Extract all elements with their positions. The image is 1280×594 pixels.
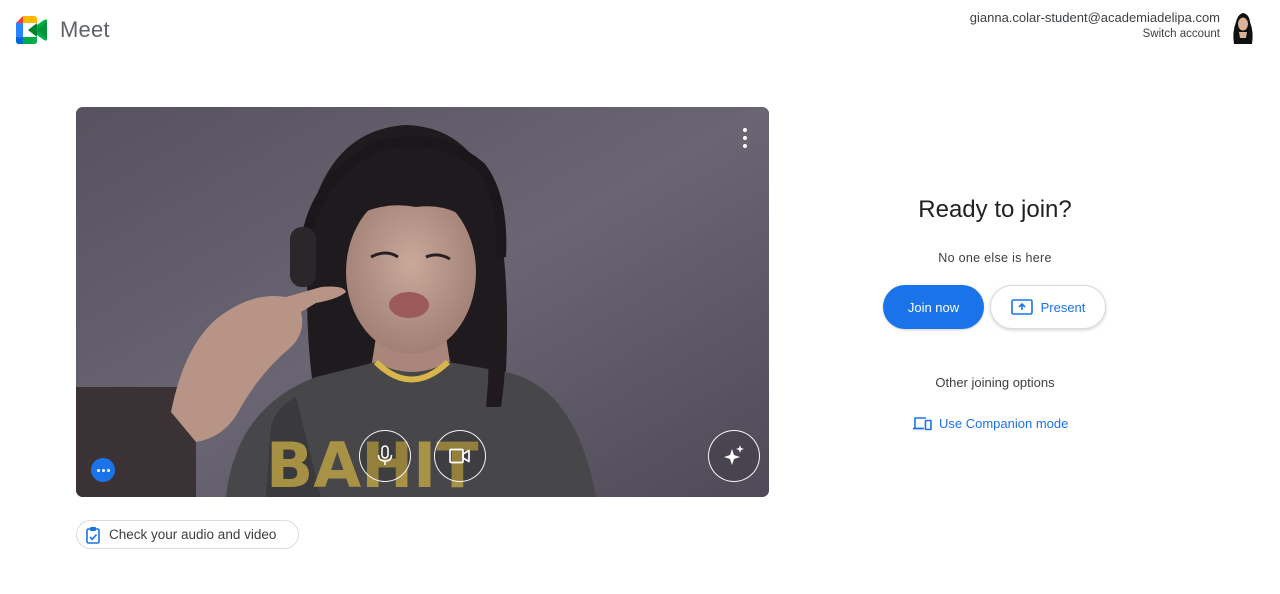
video-preview: BAHIT <box>76 107 769 497</box>
clipboard-check-icon <box>86 526 100 544</box>
account-email: gianna.colar-student@academiadelipa.com <box>969 10 1220 25</box>
camera-feed-image: BAHIT <box>76 107 769 497</box>
visual-effects-button[interactable] <box>708 430 760 482</box>
present-button[interactable]: Present <box>990 285 1106 329</box>
participants-status: No one else is here <box>938 251 1052 265</box>
microphone-icon <box>377 445 393 465</box>
avatar[interactable] <box>1228 10 1258 44</box>
account-info: gianna.colar-student@academiadelipa.com … <box>970 10 1220 42</box>
meet-logo-icon <box>16 16 47 44</box>
other-joining-options-label: Other joining options <box>935 375 1055 390</box>
more-vert-icon[interactable] <box>741 128 749 148</box>
app-name: Meet <box>60 17 110 42</box>
microphone-toggle-button[interactable] <box>359 430 411 482</box>
ready-to-join-title: Ready to join? <box>918 196 1072 223</box>
companion-mode-label: Use Companion mode <box>939 416 1069 431</box>
check-audio-video-label: Check your audio and video <box>109 527 277 542</box>
join-now-button[interactable]: Join now <box>883 285 984 329</box>
more-options-button[interactable] <box>91 458 115 482</box>
top-bar: Meet gianna.colar-student@academiadelipa… <box>0 0 1280 62</box>
meet-logo[interactable]: Meet <box>16 12 110 48</box>
switch-account-link[interactable]: Switch account <box>970 27 1220 41</box>
check-audio-video-button[interactable]: Check your audio and video <box>76 520 299 549</box>
present-label: Present <box>1040 299 1086 315</box>
videocam-icon <box>449 448 470 464</box>
companion-mode-link[interactable]: Use Companion mode <box>913 416 1068 431</box>
camera-toggle-button[interactable] <box>434 430 486 482</box>
more-horiz-icon <box>96 468 100 472</box>
sparkle-effects-icon <box>724 445 744 465</box>
present-to-all-icon <box>1010 299 1033 315</box>
devices-icon <box>913 417 932 431</box>
